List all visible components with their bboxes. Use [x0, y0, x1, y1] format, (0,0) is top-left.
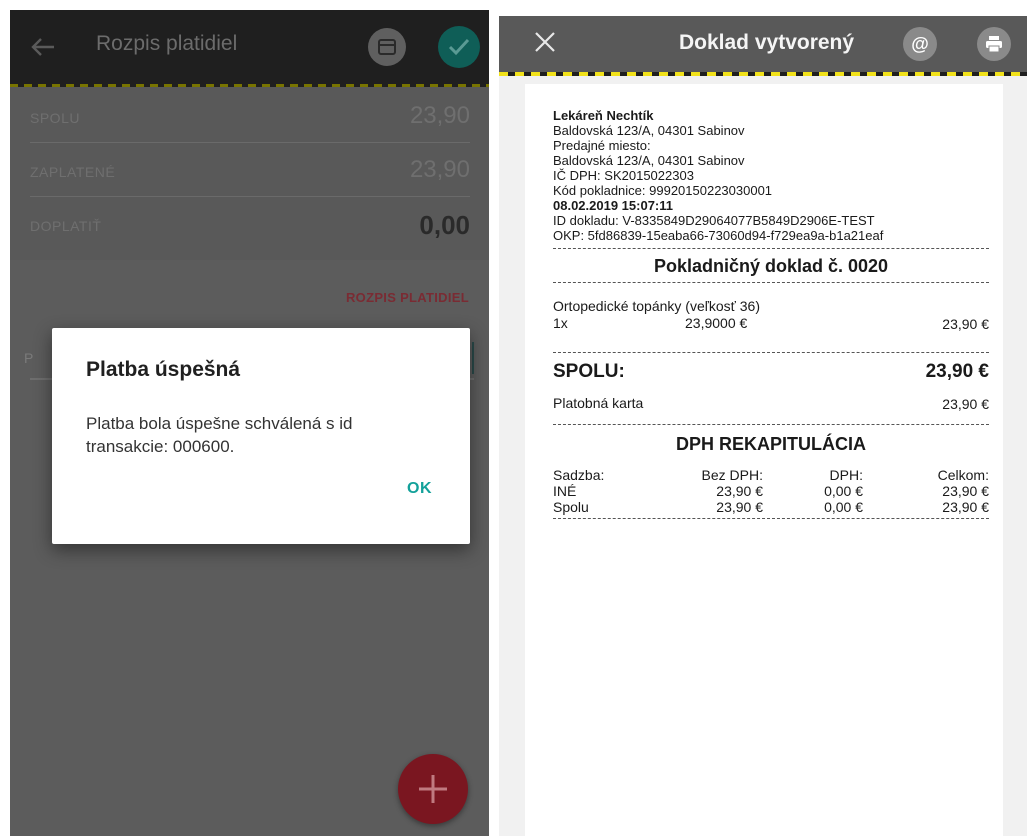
receipt-paper: Lekáreň Nechtík Baldovská 123/A, 04301 S…	[525, 84, 1003, 836]
divider	[553, 282, 989, 283]
summary-value: 0,00	[419, 210, 470, 240]
receipt-datetime: 08.02.2019 15:07:11	[553, 198, 673, 213]
vat-row-net: 23,90 €	[716, 499, 763, 515]
vat-header-vat: DPH:	[829, 467, 863, 483]
vat-header-rate: Sadzba:	[553, 467, 605, 483]
sale-place-address: Baldovská 123/A, 04301 Sabinov	[553, 153, 745, 168]
email-icon[interactable]: @	[903, 27, 937, 61]
document-id: ID dokladu: V-8335849D29064077B5849D2906…	[553, 213, 875, 228]
divider	[553, 518, 989, 519]
summary-label: DOPLATIŤ	[30, 218, 102, 234]
payment-screen: Rozpis platidiel SPOLU 23,90 ZAPLATENÉ 2…	[10, 10, 489, 836]
vat-row-net: 23,90 €	[716, 483, 763, 499]
payment-success-dialog: Platba úspešná Platba bola úspešne schvá…	[52, 328, 470, 544]
summary-value: 23,90	[409, 102, 470, 129]
summary-label: ZAPLATENÉ	[30, 164, 116, 180]
vat-row-vat: 0,00 €	[824, 499, 863, 515]
plus-icon	[419, 775, 447, 803]
vat-header-net: Bez DPH:	[701, 467, 763, 483]
dialog-title: Platba úspešná	[86, 358, 241, 381]
item-unit-price: 23,9000 €	[685, 315, 748, 331]
vat-row-total: 23,90 €	[942, 483, 989, 499]
app-bar: Rozpis platidiel	[10, 10, 489, 85]
close-icon[interactable]	[533, 30, 557, 54]
vat-id: IČ DPH: SK2015022303	[553, 168, 694, 183]
card-icon[interactable]	[368, 28, 406, 66]
shop-address: Baldovská 123/A, 04301 Sabinov	[553, 123, 745, 138]
divider	[553, 352, 989, 353]
divider	[553, 248, 989, 249]
dialog-message: Platba bola úspešne schválená s id trans…	[86, 414, 353, 456]
summary-row-paid: ZAPLATENÉ 23,90	[30, 150, 470, 197]
input-prefix: P	[24, 350, 34, 366]
vat-row-total: 23,90 €	[942, 499, 989, 515]
divider	[553, 424, 989, 425]
payment-method: Platobná karta	[553, 395, 644, 411]
summary-label: SPOLU	[30, 110, 80, 126]
document-title: Pokladničný doklad č. 0020	[653, 256, 889, 276]
page-title: Doklad vytvorený	[679, 31, 855, 54]
print-icon[interactable]	[977, 27, 1011, 61]
header-divider	[499, 72, 1027, 76]
register-code: Kód pokladnice: 99920150223030001	[553, 183, 773, 198]
summary-row-total: SPOLU 23,90	[30, 96, 470, 143]
okp-code: OKP: 5fd86839-15eaba66-73060d94-f729ea9a…	[553, 228, 884, 243]
confirm-check-icon[interactable]	[438, 26, 480, 68]
summary-value: 23,90	[409, 156, 470, 183]
vat-header-total: Celkom:	[937, 467, 989, 483]
header-divider	[10, 84, 489, 87]
vat-row-rate: INÉ	[553, 483, 577, 499]
receipt-screen: Doklad vytvorený @ Lekáreň Nechtík Baldo…	[499, 16, 1027, 836]
item-quantity: 1x	[553, 315, 568, 331]
vat-summary-title: DPH REKAPITULÁCIA	[675, 434, 866, 454]
add-payment-button[interactable]	[398, 754, 468, 824]
payment-value: 23,90 €	[942, 396, 989, 412]
total-label: SPOLU:	[553, 361, 625, 382]
back-arrow-icon[interactable]	[28, 32, 58, 62]
summary-row-remaining: DOPLATIŤ 0,00	[30, 204, 470, 250]
dialog-ok-button[interactable]: OK	[407, 480, 432, 498]
text-cursor	[472, 342, 474, 374]
vat-row-vat: 0,00 €	[824, 483, 863, 499]
shop-name: Lekáreň Nechtík	[553, 108, 654, 123]
item-total: 23,90 €	[942, 316, 989, 332]
vat-row-rate: Spolu	[553, 499, 589, 515]
page-title: Rozpis platidiel	[96, 32, 238, 55]
app-bar: Doklad vytvorený @	[499, 16, 1027, 72]
total-value: 23,90 €	[925, 361, 989, 382]
rozpis-platidiel-link[interactable]: ROZPIS PLATIDIEL	[346, 290, 469, 305]
sale-place-label: Predajné miesto:	[553, 138, 651, 153]
item-name: Ortopedické topánky (veľkosť 36)	[553, 298, 760, 314]
